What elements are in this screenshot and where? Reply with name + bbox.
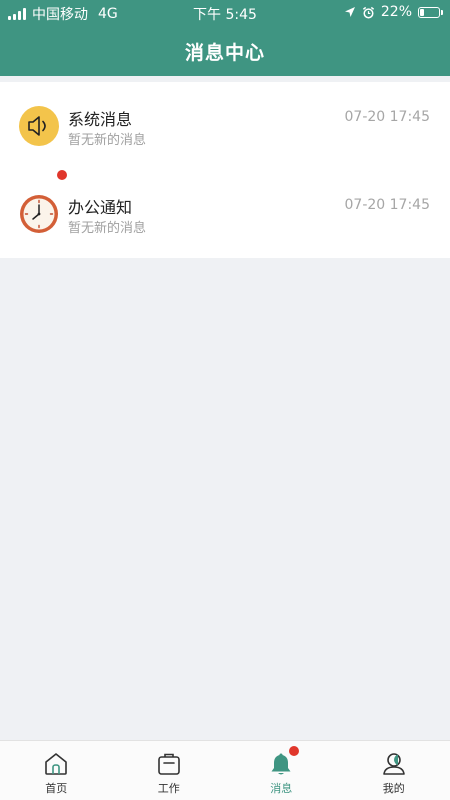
tab-messages-label: 消息: [270, 782, 293, 795]
profile-icon: [382, 753, 405, 775]
battery-level: [420, 8, 424, 16]
briefcase-icon: [157, 753, 180, 775]
tab-badge: [289, 746, 299, 756]
page-title: 消息中心: [184, 41, 265, 64]
app-header: 中国移动 4G 下午 5:45 22% 消息中心: [0, 0, 450, 76]
tab-work[interactable]: 工作: [113, 741, 226, 800]
message-title: 系统消息: [68, 110, 133, 129]
tab-home-label: 首页: [45, 782, 68, 795]
tab-work-label: 工作: [157, 782, 180, 795]
message-time: 07-20 17:45: [344, 197, 430, 213]
clock-icon: [20, 195, 58, 233]
message-list: 系统消息 暂无新的消息 07-20 17:45 办公通知 暂无新的消息 07-2: [0, 82, 450, 258]
bottom-tab-bar: 首页 工作 消息 我的: [0, 740, 450, 800]
status-bar-right: 22%: [344, 4, 443, 20]
home-icon: [45, 753, 68, 775]
message-subtitle: 暂无新的消息: [68, 133, 147, 148]
message-item-system[interactable]: 系统消息 暂无新的消息 07-20 17:45: [0, 82, 450, 170]
tab-messages[interactable]: 消息: [225, 741, 338, 800]
battery-icon: [418, 6, 443, 18]
alarm-clock-icon: [362, 6, 374, 18]
speaker-icon: [19, 106, 59, 146]
message-item-office[interactable]: 办公通知 暂无新的消息 07-20 17:45: [0, 170, 450, 258]
tab-profile-label: 我的: [382, 782, 405, 795]
unread-badge: [57, 170, 67, 180]
location-arrow-icon: [344, 7, 355, 17]
message-time: 07-20 17:45: [344, 109, 430, 125]
message-subtitle: 暂无新的消息: [68, 221, 147, 236]
battery-percent: 22%: [380, 4, 412, 20]
tab-profile[interactable]: 我的: [338, 741, 450, 800]
status-bar: 中国移动 4G 下午 5:45 22%: [0, 0, 450, 26]
phone-screen: 中国移动 4G 下午 5:45 22% 消息中心 系统消息 暂无新的消息 07-…: [0, 0, 450, 800]
message-title: 办公通知: [68, 198, 133, 217]
tab-home[interactable]: 首页: [0, 741, 113, 800]
